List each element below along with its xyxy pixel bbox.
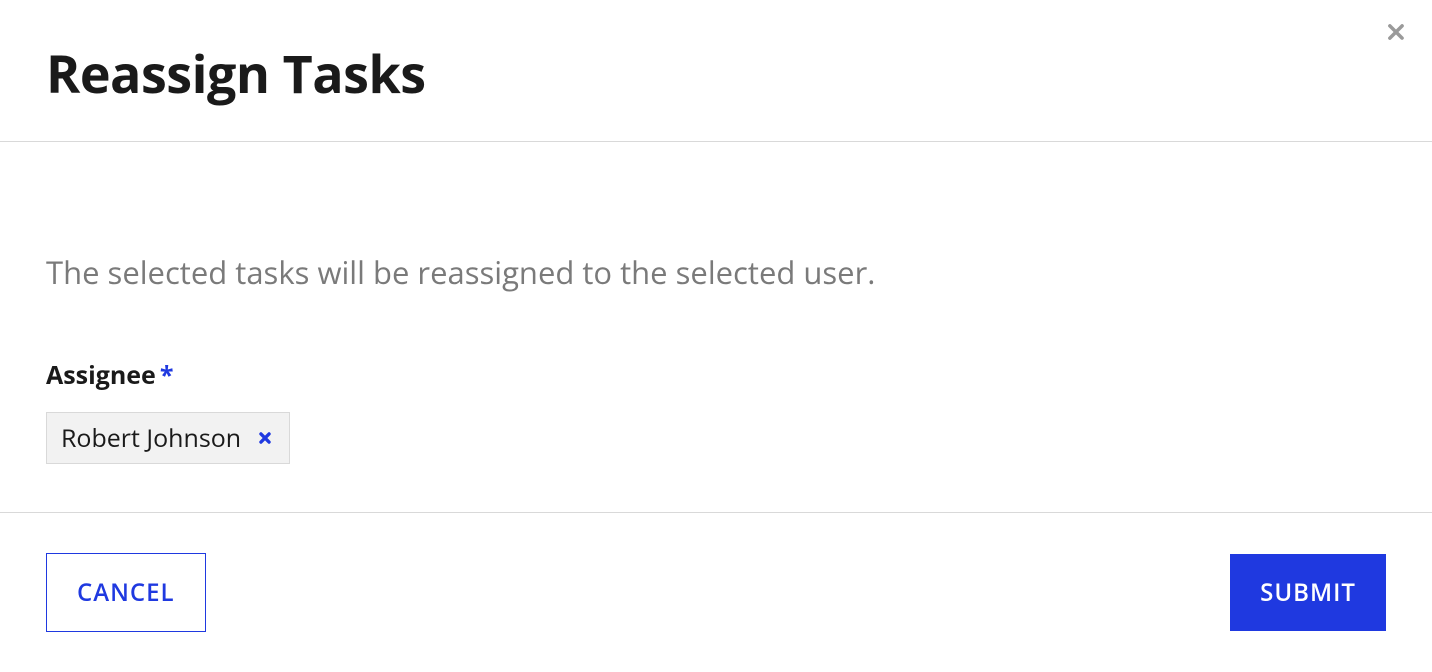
assignee-label-text: Assignee [46,358,156,392]
assignee-chip: Robert Johnson [46,412,290,464]
cancel-button[interactable]: CANCEL [46,553,206,632]
reassign-tasks-dialog: Reassign Tasks The selected tasks will b… [0,0,1432,672]
dialog-title: Reassign Tasks [46,38,1386,109]
assignee-input[interactable]: Robert Johnson [46,412,1386,464]
dialog-header: Reassign Tasks [0,0,1432,142]
remove-assignee-icon[interactable] [255,428,275,448]
required-asterisk: * [160,358,174,392]
dialog-footer: CANCEL SUBMIT [0,512,1432,672]
assignee-chip-label: Robert Johnson [61,421,241,455]
close-icon[interactable] [1382,18,1410,46]
dialog-description: The selected tasks will be reassigned to… [46,252,1386,294]
assignee-field-label: Assignee* [46,358,1386,392]
submit-button[interactable]: SUBMIT [1230,554,1386,631]
dialog-body: The selected tasks will be reassigned to… [0,142,1432,524]
